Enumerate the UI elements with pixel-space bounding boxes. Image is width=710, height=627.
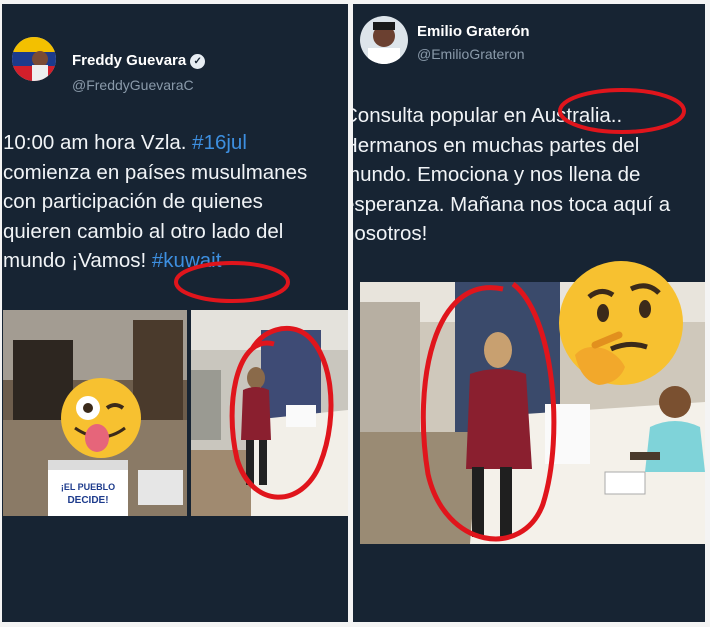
- highlight-circle: [420, 282, 557, 542]
- highlight-circle: [229, 325, 334, 500]
- right-tweet-card: Emilio Graterón @EmilioGrateron Consulta…: [353, 4, 705, 622]
- left-tweet-card: Freddy Guevara ✓ @FreddyGuevaraC 10:00 am…: [2, 4, 348, 622]
